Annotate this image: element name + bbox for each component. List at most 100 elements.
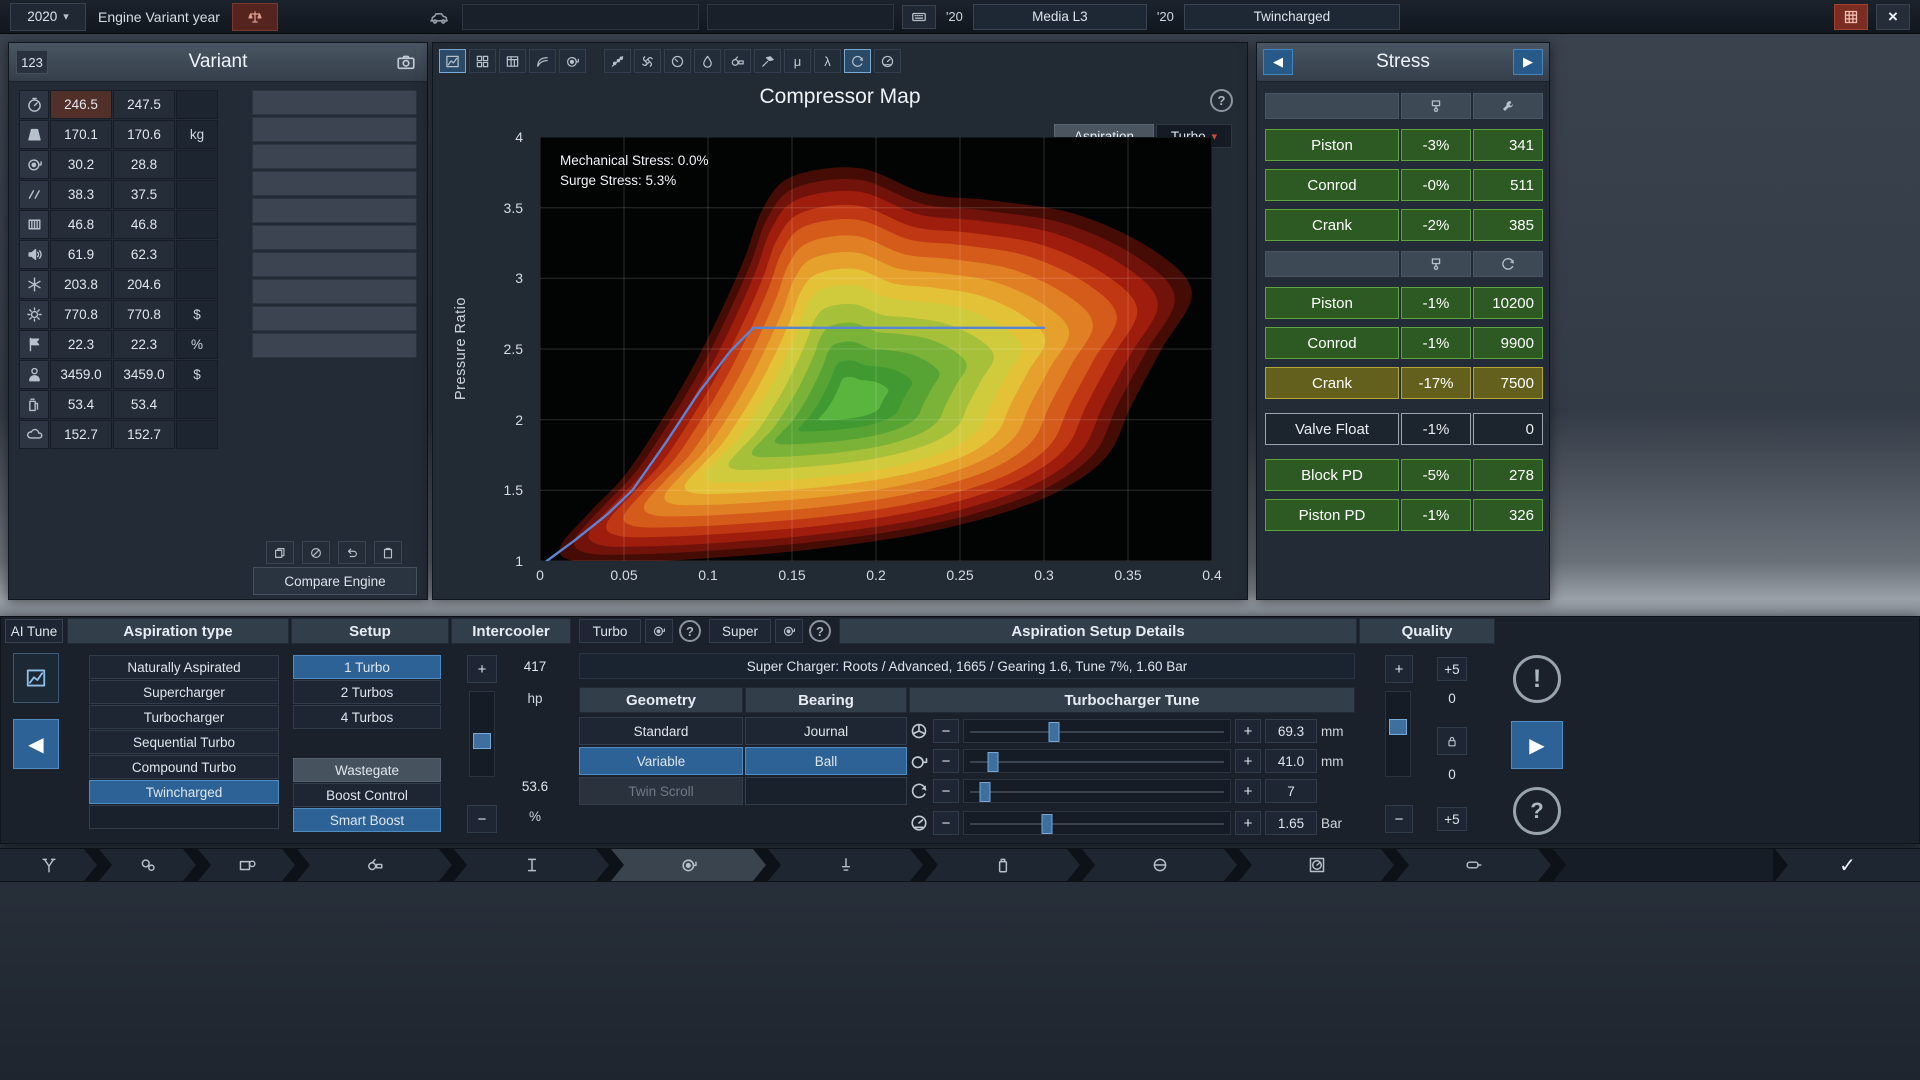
close-button[interactable]: ×	[1876, 4, 1910, 30]
rpm-tool-button[interactable]	[844, 49, 871, 73]
fan-tool-button[interactable]	[634, 49, 661, 73]
quality-decrease-button[interactable]: −	[1385, 805, 1413, 833]
tune-increase-button[interactable]: +	[1235, 811, 1261, 835]
intercooler-slider[interactable]	[469, 691, 495, 777]
tab-super[interactable]: Super	[709, 619, 771, 643]
aspiration-type-sequential-turbo[interactable]: Sequential Turbo	[89, 730, 279, 754]
tune-decrease-button[interactable]: −	[933, 749, 959, 773]
slider-handle[interactable]	[1041, 814, 1052, 834]
area-chart-tool-button[interactable]	[439, 49, 466, 73]
tune-increase-button[interactable]: +	[1235, 779, 1261, 803]
nav-segment-valvetrain[interactable]	[768, 849, 923, 881]
tune-increase-button[interactable]: +	[1235, 749, 1261, 773]
grid-view-button[interactable]	[1834, 4, 1868, 30]
tune-slider[interactable]	[963, 719, 1231, 743]
slider-handle[interactable]	[1049, 722, 1060, 742]
setup-count-1-turbo[interactable]: 1 Turbo	[293, 655, 441, 679]
aspiration-type-naturally-aspirated[interactable]: Naturally Aspirated	[89, 655, 279, 679]
copy-button[interactable]	[266, 541, 294, 564]
undo-button[interactable]	[338, 541, 366, 564]
compare-scales-button[interactable]	[232, 3, 278, 31]
geometry-variable[interactable]: Variable	[579, 747, 743, 775]
nav-segment-cam[interactable]	[297, 849, 452, 881]
engine-year-dropdown[interactable]: 2020 ▾	[10, 3, 86, 31]
back-button[interactable]: ◀	[13, 719, 59, 769]
name-field-2[interactable]	[707, 4, 894, 30]
bearing-ball[interactable]: Ball	[745, 747, 907, 775]
nav-segment-fuel-system[interactable]	[1082, 849, 1237, 881]
geometry-standard[interactable]: Standard	[579, 717, 743, 745]
setup-count-2-turbos[interactable]: 2 Turbos	[293, 680, 441, 704]
bearing-journal[interactable]: Journal	[745, 717, 907, 745]
quality-increase-button[interactable]: +	[1385, 655, 1413, 683]
intercooler-decrease-button[interactable]: −	[467, 805, 497, 833]
forward-button[interactable]: ▶	[1511, 721, 1563, 769]
geometry-twin-scroll[interactable]: Twin Scroll	[579, 777, 743, 805]
mu-tool-button[interactable]: μ	[784, 49, 811, 73]
cam-tool-button[interactable]	[724, 49, 751, 73]
camera-icon[interactable]	[395, 52, 417, 72]
table-view-tool-button[interactable]	[499, 49, 526, 73]
clear-button[interactable]	[302, 541, 330, 564]
slider-handle[interactable]	[980, 782, 991, 802]
intercooler-increase-button[interactable]: +	[467, 655, 497, 683]
boost-control-smart-boost[interactable]: Smart Boost	[293, 808, 441, 832]
nav-segment-dyno[interactable]	[1239, 849, 1394, 881]
name-field-1[interactable]	[462, 4, 699, 30]
tune-slider[interactable]	[963, 749, 1231, 773]
droplet-tool-button[interactable]	[694, 49, 721, 73]
nav-segment-fuel[interactable]	[925, 849, 1080, 881]
turbo-tab-icon-button[interactable]	[645, 619, 673, 643]
nav-segment-turbo[interactable]	[611, 849, 766, 881]
nav-segment-conrod[interactable]	[454, 849, 609, 881]
nav-segment-muffler[interactable]	[1396, 849, 1551, 881]
knock-tool-button[interactable]	[754, 49, 781, 73]
tune-decrease-button[interactable]: −	[933, 779, 959, 803]
rename-keyboard-button[interactable]	[902, 5, 936, 29]
turbo-tool-button[interactable]	[559, 49, 586, 73]
tab-turbo[interactable]: Turbo	[579, 619, 641, 643]
turbo-help-button[interactable]: ?	[679, 620, 701, 642]
tune-increase-button[interactable]: +	[1235, 719, 1261, 743]
tune-decrease-button[interactable]: −	[933, 811, 959, 835]
warning-button[interactable]: !	[1513, 655, 1561, 703]
aspiration-type-twincharged[interactable]: Twincharged	[89, 780, 279, 804]
graph-view-button[interactable]	[13, 653, 59, 703]
manifold-tool-button[interactable]	[529, 49, 556, 73]
next-arrow-button[interactable]: ▶	[1513, 49, 1543, 75]
grid-view-tool-button[interactable]	[469, 49, 496, 73]
gauge-tool-button[interactable]	[664, 49, 691, 73]
tune-decrease-button[interactable]: −	[933, 719, 959, 743]
nav-segment-engine-parts[interactable]	[99, 849, 196, 881]
super-tab-icon-button[interactable]	[775, 619, 803, 643]
boost-control-wastegate[interactable]: Wastegate	[293, 758, 441, 782]
confirm-check-button[interactable]: ✓	[1775, 849, 1920, 881]
super-help-button[interactable]: ?	[809, 620, 831, 642]
setup-count-4-turbos[interactable]: 4 Turbos	[293, 705, 441, 729]
ai-tune-button[interactable]: AI Tune	[5, 619, 63, 643]
help-circle-button[interactable]: ?	[1513, 787, 1561, 835]
scatter-tool-button[interactable]	[604, 49, 631, 73]
quality-slider[interactable]	[1385, 691, 1411, 777]
quality-lock-button[interactable]	[1437, 727, 1467, 755]
variant-id-badge[interactable]: 123	[16, 50, 48, 74]
help-button[interactable]: ?	[1210, 89, 1233, 112]
family-name-box[interactable]: Media L3	[973, 4, 1147, 30]
nav-segment-aspiration[interactable]	[198, 849, 295, 881]
boost-control-boost-control[interactable]: Boost Control	[293, 783, 441, 807]
slider-handle[interactable]	[987, 752, 998, 772]
boost-tool-button[interactable]	[874, 49, 901, 73]
aspiration-type-compound-turbo[interactable]: Compound Turbo	[89, 755, 279, 779]
aspiration-type-supercharger[interactable]: Supercharger	[89, 680, 279, 704]
tune-slider[interactable]	[963, 779, 1231, 803]
paste-button[interactable]	[374, 541, 402, 564]
slider-handle[interactable]	[473, 733, 491, 749]
variant-name-box[interactable]: Twincharged	[1184, 4, 1400, 30]
compare-engine-button[interactable]: Compare Engine	[253, 567, 417, 595]
aspiration-type-turbocharger[interactable]: Turbocharger	[89, 705, 279, 729]
lambda-tool-button[interactable]: λ	[814, 49, 841, 73]
tune-slider[interactable]	[963, 811, 1231, 835]
nav-segment-intake[interactable]	[0, 849, 97, 881]
prev-arrow-button[interactable]: ◀	[1263, 49, 1293, 75]
slider-handle[interactable]	[1389, 719, 1407, 735]
